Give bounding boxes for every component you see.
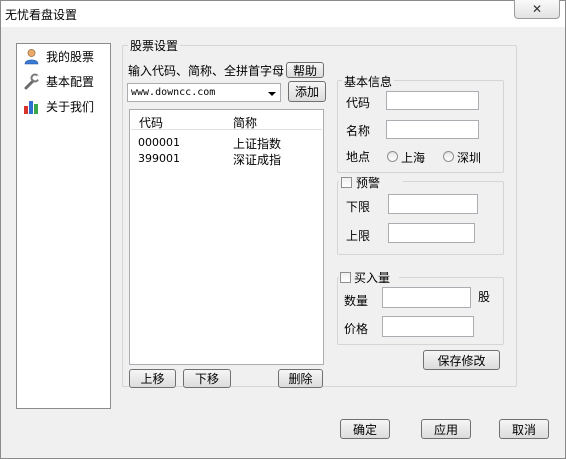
row-name[interactable]: 深证成指 xyxy=(233,151,281,168)
alert-checkbox[interactable] xyxy=(341,177,352,188)
name-field[interactable] xyxy=(386,120,479,139)
bar-chart-icon xyxy=(23,98,40,115)
shanghai-label[interactable]: 上海 xyxy=(401,149,425,166)
title-bar: 无忧看盘设置 ✕ xyxy=(1,0,565,27)
user-icon xyxy=(23,48,40,65)
upper-limit-label: 上限 xyxy=(346,229,371,243)
stock-search-combo[interactable]: www.downcc.com xyxy=(127,83,281,102)
column-header-name[interactable]: 简称 xyxy=(233,114,257,131)
ok-button[interactable]: 确定 xyxy=(340,419,390,439)
nav-item-label: 关于我们 xyxy=(46,100,95,114)
add-button[interactable]: 添加 xyxy=(288,81,326,102)
unit-label: 股 xyxy=(478,290,491,304)
close-button[interactable]: ✕ xyxy=(514,0,560,19)
combo-value: www.downcc.com xyxy=(131,87,216,98)
buy-title[interactable]: 买入量 xyxy=(354,269,390,286)
basic-info-title: 基本信息 xyxy=(342,73,395,90)
quantity-field[interactable] xyxy=(382,287,471,308)
shenzhen-radio[interactable] xyxy=(443,151,454,162)
move-down-button[interactable]: 下移 xyxy=(183,369,231,388)
list-header: 代码 简称 xyxy=(131,111,322,130)
apply-button[interactable]: 应用 xyxy=(421,419,471,439)
quantity-label: 数量 xyxy=(344,294,369,308)
window-title: 无忧看盘设置 xyxy=(5,8,78,22)
location-label: 地点 xyxy=(346,150,371,164)
input-hint-label: 输入代码、简称、全拼首字母 xyxy=(128,64,285,78)
nav-item-about-us[interactable]: 关于我们 xyxy=(23,98,94,115)
buy-checkbox[interactable] xyxy=(340,272,351,283)
help-button[interactable]: 帮助 xyxy=(286,62,324,78)
code-field[interactable] xyxy=(386,91,479,110)
settings-dialog: 无忧看盘设置 ✕ 我的股票 基本配置 关于我们 股票设置 输入代码、简称、全拼首… xyxy=(0,0,566,459)
wrench-icon xyxy=(23,73,41,90)
name-label: 名称 xyxy=(346,124,371,138)
stock-list[interactable]: 代码 简称 000001 上证指数 399001 深证成指 xyxy=(129,109,324,365)
shenzhen-label[interactable]: 深圳 xyxy=(457,149,481,166)
cancel-button[interactable]: 取消 xyxy=(499,419,549,439)
upper-limit-field[interactable] xyxy=(388,223,475,243)
lower-limit-label: 下限 xyxy=(346,200,371,214)
nav-item-label: 基本配置 xyxy=(46,75,95,89)
row-code[interactable]: 399001 xyxy=(138,152,180,165)
code-label: 代码 xyxy=(346,96,371,110)
save-changes-button[interactable]: 保存修改 xyxy=(423,350,500,370)
price-field[interactable] xyxy=(382,316,474,337)
nav-item-basic-config[interactable]: 基本配置 xyxy=(23,73,94,90)
delete-button[interactable]: 删除 xyxy=(278,369,323,388)
shanghai-radio[interactable] xyxy=(387,151,398,162)
lower-limit-field[interactable] xyxy=(388,194,478,214)
column-header-code[interactable]: 代码 xyxy=(139,114,163,131)
row-code[interactable]: 000001 xyxy=(138,136,180,149)
price-label: 价格 xyxy=(344,322,369,336)
row-name[interactable]: 上证指数 xyxy=(233,135,281,152)
nav-item-my-stocks[interactable]: 我的股票 xyxy=(23,48,94,65)
alert-title[interactable]: 预警 xyxy=(356,174,380,191)
chevron-down-icon[interactable] xyxy=(268,92,276,96)
nav-panel: 我的股票 基本配置 关于我们 xyxy=(16,43,111,409)
close-icon: ✕ xyxy=(531,2,543,16)
move-up-button[interactable]: 上移 xyxy=(129,369,176,388)
nav-item-label: 我的股票 xyxy=(46,50,95,64)
stock-settings-title: 股票设置 xyxy=(128,37,181,54)
